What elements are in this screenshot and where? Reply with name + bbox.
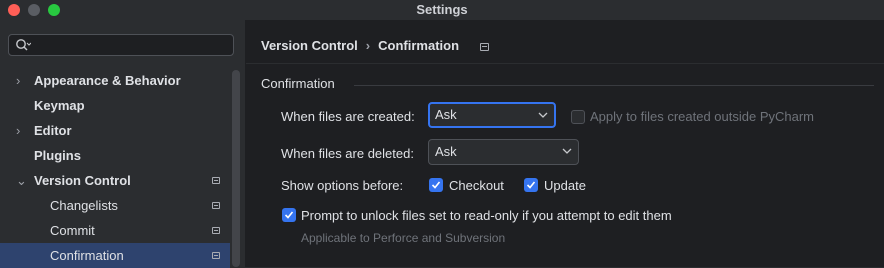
breadcrumb: Version Control › Confirmation [261, 38, 459, 53]
show-options-label: Show options before: [281, 178, 404, 193]
created-label: When files are created: [281, 109, 415, 124]
apply-outside-label: Apply to files created outside PyCharm [590, 109, 814, 124]
chevron-down-icon [538, 112, 548, 118]
chevron-right-icon[interactable]: › [16, 68, 20, 93]
chevron-down-icon [562, 148, 572, 154]
deleted-select[interactable]: Ask [428, 139, 579, 165]
chevron-right-icon[interactable]: › [16, 118, 20, 143]
settings-tree: › Appearance & Behavior Keymap › Editor … [0, 68, 230, 268]
checkmark-icon [431, 181, 441, 189]
header-divider [246, 63, 884, 64]
sidebar-item-editor[interactable]: › Editor [0, 118, 230, 143]
project-settings-icon [212, 177, 220, 184]
sidebar-item-label: Plugins [34, 148, 81, 163]
sidebar-item-changelists[interactable]: Changelists [0, 193, 230, 218]
breadcrumb-parent[interactable]: Version Control [261, 38, 358, 53]
settings-sidebar: › Appearance & Behavior Keymap › Editor … [0, 20, 246, 268]
prompt-unlock-label: Prompt to unlock files set to read-only … [301, 208, 672, 223]
apply-outside-checkbox[interactable] [571, 110, 585, 124]
sidebar-item-label: Version Control [34, 173, 131, 188]
section-title: Confirmation [261, 76, 335, 91]
prompt-unlock-checkbox[interactable] [282, 208, 296, 222]
checkout-label: Checkout [449, 178, 504, 193]
checkmark-icon [284, 211, 294, 219]
project-settings-icon [212, 252, 220, 259]
deleted-label: When files are deleted: [281, 146, 414, 161]
sidebar-item-keymap[interactable]: Keymap [0, 93, 230, 118]
section-divider [354, 85, 874, 86]
sidebar-item-label: Confirmation [50, 248, 124, 263]
sidebar-item-appearance-behavior[interactable]: › Appearance & Behavior [0, 68, 230, 93]
project-settings-icon [480, 43, 489, 51]
sidebar-item-label: Editor [34, 123, 72, 138]
window-title: Settings [416, 2, 468, 17]
checkmark-icon [526, 181, 536, 189]
sidebar-item-plugins[interactable]: Plugins [0, 143, 230, 168]
deleted-select-value: Ask [435, 144, 457, 159]
update-checkbox[interactable] [524, 178, 538, 192]
breadcrumb-separator-icon: › [365, 38, 371, 53]
checkout-checkbox[interactable] [429, 178, 443, 192]
sidebar-item-label: Appearance & Behavior [34, 73, 181, 88]
sidebar-item-label: Keymap [34, 98, 85, 113]
chevron-down-icon[interactable]: ⌄ [16, 168, 27, 193]
sidebar-item-commit[interactable]: Commit [0, 218, 230, 243]
created-select-value: Ask [435, 107, 457, 122]
created-select[interactable]: Ask [428, 102, 556, 128]
sidebar-item-label: Commit [50, 223, 95, 238]
search-input[interactable] [8, 34, 234, 56]
project-settings-icon [212, 227, 220, 234]
sidebar-item-label: Changelists [50, 198, 118, 213]
settings-content: Version Control › Confirmation Confirmatio… [246, 20, 884, 267]
sidebar-item-confirmation[interactable]: Confirmation [0, 243, 230, 268]
sidebar-item-version-control[interactable]: ⌄ Version Control [0, 168, 230, 193]
title-bar: Settings [0, 0, 884, 20]
sidebar-scrollbar[interactable] [232, 70, 240, 267]
update-label: Update [544, 178, 586, 193]
project-settings-icon [212, 202, 220, 209]
search-icon [16, 39, 31, 51]
prompt-unlock-hint: Applicable to Perforce and Subversion [301, 231, 506, 245]
breadcrumb-current: Confirmation [378, 38, 460, 53]
